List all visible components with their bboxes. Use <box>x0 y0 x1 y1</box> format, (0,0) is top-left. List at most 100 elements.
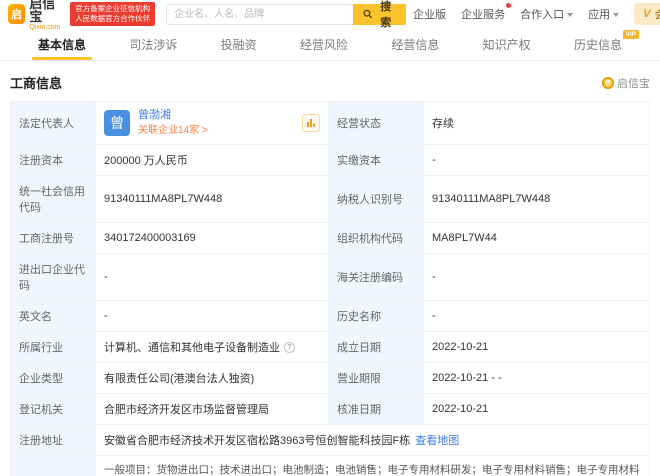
table-row-business-scope: 经营范围 一般项目：货物进出口；技术进出口；电池制造；电池销售；电子专用材料研发… <box>11 456 649 476</box>
row-value: - <box>424 145 649 176</box>
row-value: 200000 万人民币 <box>96 145 329 176</box>
table-row: 进出口企业代码 - 海关注册编码 - <box>11 254 649 302</box>
table-row: 统一社会信用代码 91340111MA8PL7W448 纳税人识别号 91340… <box>11 176 649 224</box>
search-button-label: 搜索 <box>380 1 392 29</box>
search-button[interactable]: 搜索 <box>352 1 407 29</box>
table-row-address: 注册地址 安徽省合肥市经济技术开发区宿松路3963号恒创智能科技园F栋 查看地图 <box>11 425 649 457</box>
row-value: - <box>96 254 329 301</box>
row-value: 2022-10-21 - - <box>424 363 649 394</box>
row-value: - <box>424 301 649 332</box>
official-credential-badge: 官方备案企业征信机构 人民数据官方合作伙伴 <box>70 1 156 27</box>
tab-operation-info-label: 经营信息 <box>391 37 440 52</box>
row-value: 2022-10-21 <box>424 394 649 425</box>
table-row-legal-rep: 法定代表人 曾 曾渤湘 关联企业14家 > 经营状态 存续 <box>11 102 649 146</box>
row-value: MA8PL7W44 <box>424 223 649 254</box>
tab-investment-financing[interactable]: 投融资 <box>221 28 257 60</box>
table-row: 登记机关 合肥市经济开发区市场监督管理局 核准日期 2022-10-21 <box>11 394 649 426</box>
search-box: 搜索 <box>166 1 407 29</box>
row-value: - <box>424 254 649 301</box>
row-label: 组织机构代码 <box>329 223 424 254</box>
tab-judicial-litigation[interactable]: 司法涉诉 <box>129 28 177 60</box>
legal-rep-name-link[interactable]: 曾渤湘 <box>138 109 208 122</box>
top-nav: 企业版 企业服务 合作入口 应用 V 会员特权 <box>413 3 660 25</box>
row-label: 纳税人识别号 <box>329 176 424 223</box>
tab-operation-risk-label: 经营风险 <box>299 37 348 52</box>
vip-v-icon: V <box>643 8 651 20</box>
row-label: 注册资本 <box>11 145 96 176</box>
status-value: 存续 <box>424 102 649 145</box>
vip-privilege-label: 会员特权 <box>654 9 660 21</box>
badge-line1: 官方备案企业征信机构 <box>75 3 151 13</box>
row-label: 成立日期 <box>329 332 424 363</box>
row-label: 营业期限 <box>329 363 424 394</box>
watermark: 信 启信宝 <box>602 75 650 91</box>
tab-operation-info[interactable]: 经营信息 <box>391 28 439 60</box>
row-value: 有限责任公司(港澳台法人独资) <box>96 363 329 394</box>
table-row: 英文名 - 历史名称 - <box>11 301 649 333</box>
address-value: 安徽省合肥市经济技术开发区宿松路3963号恒创智能科技园F栋 查看地图 <box>96 425 649 456</box>
row-value: - <box>96 301 329 332</box>
row-value: 2022-10-21 <box>424 332 649 363</box>
legal-rep-value: 曾 曾渤湘 关联企业14家 > <box>96 102 329 145</box>
nav-partner-entry[interactable]: 合作入口 <box>520 6 574 22</box>
industry-text: 计算机、通信和其他电子设备制造业 <box>104 342 280 355</box>
chevron-down-icon <box>567 12 574 17</box>
row-label: 登记机关 <box>11 394 96 425</box>
tab-intellectual-property[interactable]: 知识产权 <box>483 28 531 60</box>
vip-badge: VIP <box>622 30 639 39</box>
row-label: 英文名 <box>11 301 96 332</box>
row-label: 实缴资本 <box>329 145 424 176</box>
scope-label: 经营范围 <box>11 456 96 476</box>
nav-enterprise-edition[interactable]: 企业版 <box>413 6 446 22</box>
table-row: 注册资本 200000 万人民币 实缴资本 - <box>11 145 649 177</box>
nav-apps-label: 应用 <box>588 9 611 21</box>
qixin-logo-text: 启信宝 Qixin.com <box>29 0 63 31</box>
qixin-logo-icon: 启 <box>8 4 26 24</box>
business-info-table: 法定代表人 曾 曾渤湘 关联企业14家 > 经营状态 存续 注册资本 20000… <box>10 101 650 476</box>
chevron-down-icon <box>613 12 620 17</box>
view-map-link[interactable]: 查看地图 <box>415 432 459 448</box>
logo-name: 启信宝 <box>29 0 56 24</box>
row-label: 统一社会信用代码 <box>11 176 96 223</box>
page-title: 工商信息 <box>10 76 63 91</box>
nav-enterprise-services[interactable]: 企业服务 <box>461 3 512 22</box>
vip-privilege-button[interactable]: V 会员特权 <box>634 3 660 25</box>
address-text: 安徽省合肥市经济技术开发区宿松路3963号恒创智能科技园F栋 <box>104 435 411 448</box>
notification-dot <box>506 3 512 8</box>
tab-investment-financing-label: 投融资 <box>220 37 257 52</box>
nav-enterprise-edition-label: 企业版 <box>413 9 447 21</box>
row-value: 340172400003169 <box>96 223 329 254</box>
tab-history-info-label: 历史信息 <box>573 37 622 52</box>
row-value: 91340111MA8PL7W448 <box>96 176 329 223</box>
legal-rep-avatar[interactable]: 曾 <box>104 110 130 137</box>
row-label: 历史名称 <box>329 301 424 332</box>
search-icon <box>363 9 373 19</box>
industry-value: 计算机、通信和其他电子设备制造业 ? <box>96 332 329 363</box>
legal-rep-info: 曾渤湘 关联企业14家 > <box>138 109 208 137</box>
search-input[interactable] <box>166 3 353 25</box>
row-label: 企业类型 <box>11 363 96 394</box>
status-label: 经营状态 <box>329 102 424 145</box>
tab-history-info[interactable]: 历史信息 VIP <box>573 28 639 60</box>
badge-line2: 人民数据官方合作伙伴 <box>75 14 151 23</box>
equity-structure-icon[interactable] <box>302 114 320 133</box>
related-companies-link[interactable]: 关联企业14家 > <box>138 125 208 137</box>
row-label: 核准日期 <box>329 394 424 425</box>
table-row-industry: 所属行业 计算机、通信和其他电子设备制造业 ? 成立日期 2022-10-21 <box>11 332 649 364</box>
table-row: 工商注册号 340172400003169 组织机构代码 MA8PL7W44 <box>11 223 649 255</box>
tab-basic-info[interactable]: 基本信息 <box>31 28 93 60</box>
watermark-label: 启信宝 <box>617 77 650 90</box>
coin-icon: 信 <box>602 76 614 89</box>
info-question-icon[interactable]: ? <box>284 341 295 353</box>
address-label: 注册地址 <box>11 425 96 456</box>
section-header: 工商信息 信 启信宝 <box>0 61 660 101</box>
tab-intellectual-property-label: 知识产权 <box>482 37 531 52</box>
row-label: 所属行业 <box>11 332 96 363</box>
qixin-logo[interactable]: 启 启信宝 Qixin.com <box>8 0 63 31</box>
nav-apps[interactable]: 应用 <box>588 6 620 22</box>
tab-operation-risk[interactable]: 经营风险 <box>300 28 348 60</box>
legal-rep-label: 法定代表人 <box>11 102 96 145</box>
tab-judicial-litigation-label: 司法涉诉 <box>129 37 178 52</box>
row-label: 进出口企业代码 <box>11 254 96 301</box>
table-row: 企业类型 有限责任公司(港澳台法人独资) 营业期限 2022-10-21 - - <box>11 363 649 395</box>
